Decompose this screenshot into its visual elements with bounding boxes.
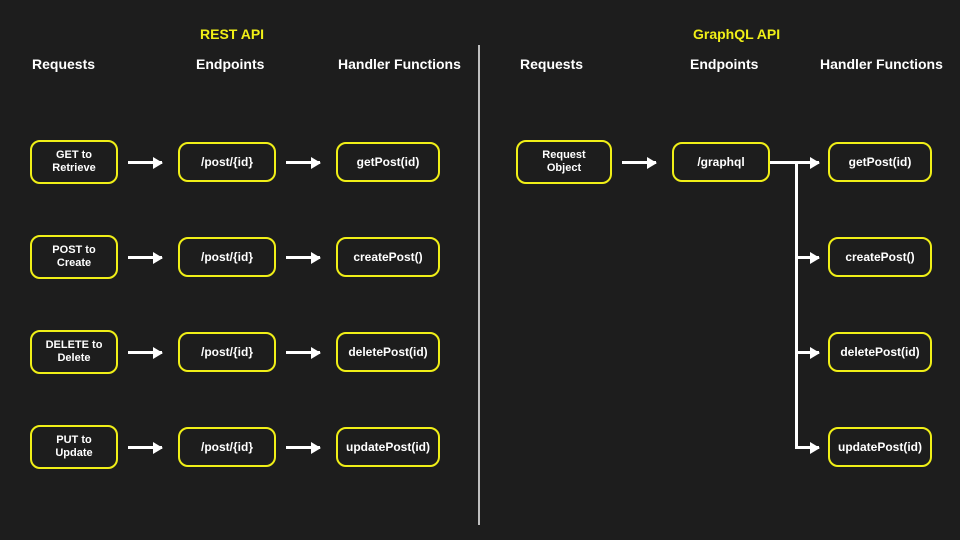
rest-col-handlers: Handler Functions: [338, 56, 461, 72]
arrow-icon: [128, 446, 162, 449]
rest-req-put: PUT to Update: [30, 425, 118, 469]
arrow-icon: [128, 161, 162, 164]
rest-req-get: GET to Retrieve: [30, 140, 118, 184]
gql-request-object: Request Object: [516, 140, 612, 184]
vertical-divider: [478, 45, 480, 525]
graphql-title: GraphQL API: [693, 26, 780, 42]
gql-hf-3: updatePost(id): [828, 427, 932, 467]
connector-line: [795, 161, 798, 448]
arrow-icon: [128, 256, 162, 259]
rest-ep-1: /post/{id}: [178, 237, 276, 277]
gql-col-endpoints: Endpoints: [690, 56, 758, 72]
diagram-stage: REST API GraphQL API Requests Endpoints …: [0, 0, 960, 540]
arrow-icon: [128, 351, 162, 354]
rest-req-delete: DELETE to Delete: [30, 330, 118, 374]
gql-col-requests: Requests: [520, 56, 583, 72]
gql-hf-2: deletePost(id): [828, 332, 932, 372]
gql-hf-0: getPost(id): [828, 142, 932, 182]
rest-title: REST API: [200, 26, 264, 42]
rest-hf-2: deletePost(id): [336, 332, 440, 372]
arrow-icon: [795, 446, 819, 449]
rest-hf-1: createPost(): [336, 237, 440, 277]
rest-ep-3: /post/{id}: [178, 427, 276, 467]
arrow-icon: [795, 161, 819, 164]
rest-ep-0: /post/{id}: [178, 142, 276, 182]
rest-ep-2: /post/{id}: [178, 332, 276, 372]
arrow-icon: [286, 446, 320, 449]
arrow-icon: [286, 161, 320, 164]
rest-col-endpoints: Endpoints: [196, 56, 264, 72]
arrow-icon: [286, 256, 320, 259]
connector-line: [770, 161, 798, 164]
gql-endpoint: /graphql: [672, 142, 770, 182]
arrow-icon: [795, 256, 819, 259]
arrow-icon: [286, 351, 320, 354]
arrow-icon: [622, 161, 656, 164]
gql-hf-1: createPost(): [828, 237, 932, 277]
rest-req-post: POST to Create: [30, 235, 118, 279]
rest-hf-0: getPost(id): [336, 142, 440, 182]
rest-col-requests: Requests: [32, 56, 95, 72]
rest-hf-3: updatePost(id): [336, 427, 440, 467]
arrow-icon: [795, 351, 819, 354]
gql-col-handlers: Handler Functions: [820, 56, 943, 72]
